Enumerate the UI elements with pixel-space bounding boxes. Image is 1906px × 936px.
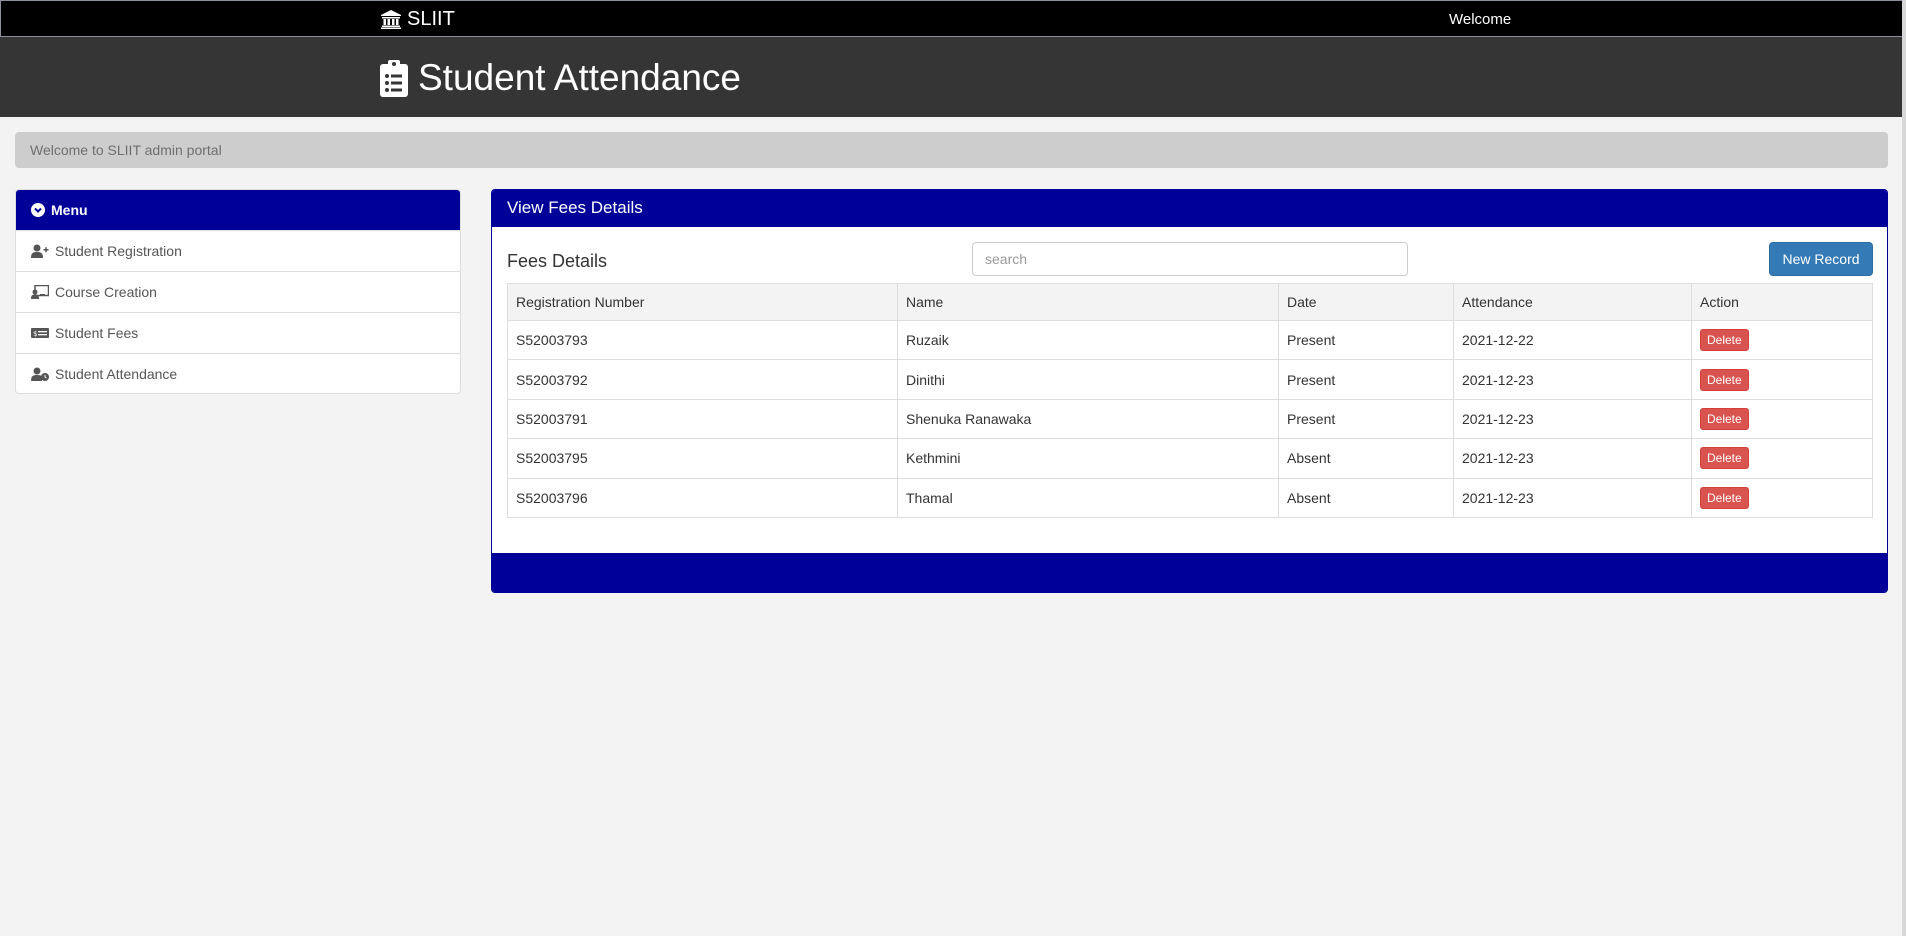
sidebar-item-course-creation[interactable]: Course Creation	[16, 271, 460, 312]
brand-link[interactable]: SLIIT	[381, 8, 455, 30]
delete-button[interactable]: Delete	[1700, 329, 1749, 352]
cell-date: Absent	[1278, 438, 1454, 479]
university-icon	[381, 9, 401, 29]
welcome-banner: Welcome to SLIIT admin portal	[15, 132, 1888, 168]
cell-name: Dinithi	[897, 359, 1279, 400]
page-header: Student Attendance	[0, 37, 1902, 117]
cell-date: Present	[1278, 319, 1454, 361]
panel-title: View Fees Details	[492, 190, 1887, 227]
cell-action: Delete	[1691, 359, 1873, 400]
sidebar-item-label: Student Registration	[55, 243, 182, 259]
column-header-action: Action	[1691, 283, 1873, 321]
chalkboard-teacher-icon	[31, 285, 49, 299]
table-header-row: Registration Number Name Date Attendance…	[507, 283, 1873, 321]
cell-action: Delete	[1691, 398, 1873, 440]
menu-title: Menu	[51, 202, 88, 218]
cell-attendance: 2021-12-23	[1453, 359, 1692, 400]
page-title-text: Student Attendance	[418, 57, 741, 98]
table-row: S52003792 Dinithi Present 2021-12-23 Del…	[507, 359, 1873, 400]
table-row: S52003796 Thamal Absent 2021-12-23 Delet…	[507, 477, 1873, 518]
cell-name: Thamal	[897, 477, 1279, 518]
cell-action: Delete	[1691, 438, 1873, 479]
column-header-attendance: Attendance	[1453, 283, 1692, 321]
cell-name: Shenuka Ranawaka	[897, 398, 1279, 440]
svg-text:$: $	[33, 330, 37, 338]
cell-date: Absent	[1278, 477, 1454, 518]
table-row: S52003791 Shenuka Ranawaka Present 2021-…	[507, 398, 1873, 440]
sidebar-item-label: Student Fees	[55, 325, 139, 341]
fees-panel: View Fees Details Fees Details New Recor…	[491, 189, 1888, 593]
fees-table-wrapper: Registration Number Name Date Attendance…	[507, 283, 1873, 518]
table-row: S52003793 Ruzaik Present 2021-12-22 Dele…	[507, 319, 1873, 361]
scrollbar-edge	[1902, 0, 1906, 936]
column-header-date: Date	[1278, 283, 1454, 321]
money-bill-icon: $	[31, 328, 49, 338]
fees-table: Registration Number Name Date Attendance…	[507, 283, 1873, 518]
cell-registration-number: S52003793	[507, 319, 898, 361]
cell-attendance: 2021-12-23	[1453, 438, 1692, 479]
chevron-circle-down-icon	[31, 203, 45, 217]
cell-name: Kethmini	[897, 438, 1279, 479]
section-title: Fees Details	[507, 251, 608, 271]
cell-registration-number: S52003792	[507, 359, 898, 400]
cell-registration-number: S52003796	[507, 477, 898, 518]
cell-name: Ruzaik	[897, 319, 1279, 361]
welcome-link[interactable]: Welcome	[1449, 11, 1511, 28]
delete-button[interactable]: Delete	[1700, 486, 1749, 509]
menu-header: Menu	[16, 190, 460, 230]
delete-button[interactable]: Delete	[1700, 447, 1749, 470]
clipboard-list-icon	[380, 59, 408, 97]
cell-action: Delete	[1691, 477, 1873, 518]
page-title: Student Attendance	[380, 57, 741, 99]
sidebar-item-student-registration[interactable]: Student Registration	[16, 230, 460, 271]
sidebar-item-student-attendance[interactable]: Student Attendance	[16, 353, 460, 393]
sidebar-menu: Menu Student Registration Course Creatio…	[15, 189, 461, 394]
table-row: S52003795 Kethmini Absent 2021-12-23 Del…	[507, 438, 1873, 479]
column-header-name: Name	[897, 283, 1279, 321]
search-input[interactable]	[972, 242, 1408, 276]
cell-registration-number: S52003795	[507, 438, 898, 479]
cell-attendance: 2021-12-22	[1453, 319, 1692, 361]
sidebar-item-label: Student Attendance	[55, 366, 178, 382]
top-navbar: SLIIT Welcome	[0, 0, 1906, 37]
cell-action: Delete	[1691, 319, 1873, 361]
cell-date: Present	[1278, 359, 1454, 400]
panel-footer	[492, 553, 1887, 592]
sidebar-item-label: Course Creation	[55, 284, 157, 300]
cell-attendance: 2021-12-23	[1453, 398, 1692, 440]
cell-registration-number: S52003791	[507, 398, 898, 440]
user-clock-icon	[31, 367, 49, 381]
delete-button[interactable]: Delete	[1700, 407, 1749, 430]
delete-button[interactable]: Delete	[1700, 368, 1749, 391]
cell-date: Present	[1278, 398, 1454, 440]
new-record-button[interactable]: New Record	[1769, 242, 1873, 276]
sidebar-item-student-fees[interactable]: $ Student Fees	[16, 312, 460, 353]
user-plus-icon	[31, 244, 49, 258]
column-header-registration-number: Registration Number	[507, 283, 898, 321]
brand-name: SLIIT	[407, 7, 455, 30]
cell-attendance: 2021-12-23	[1453, 477, 1692, 518]
